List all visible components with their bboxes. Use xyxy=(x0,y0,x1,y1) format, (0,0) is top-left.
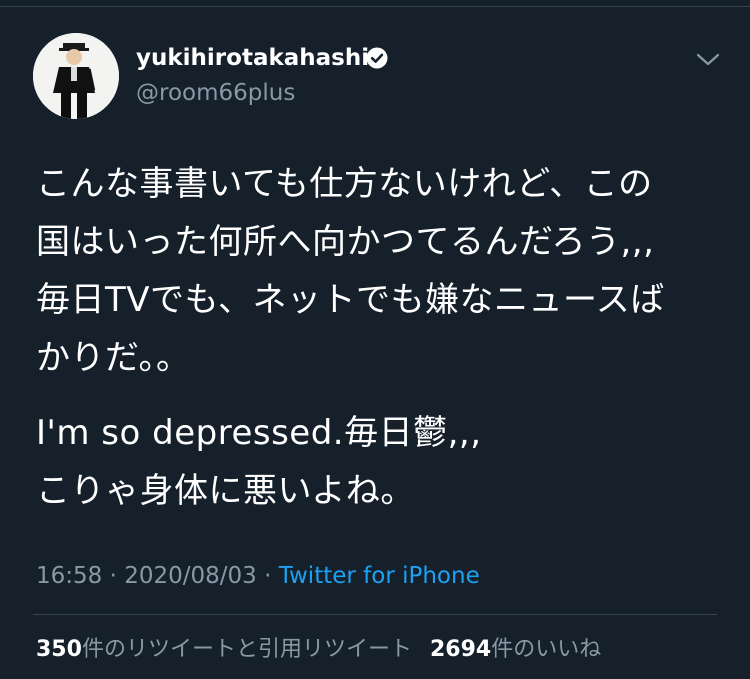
meta-separator: · xyxy=(264,563,272,589)
tweet-date[interactable]: 2020/08/03 xyxy=(124,563,257,589)
retweets-label: 件のリツイートと引用リツイート xyxy=(81,637,412,662)
tweet-line: かりだ。。 xyxy=(36,338,191,378)
likes-label: 件のいいね xyxy=(491,637,602,662)
tweet-line: こんな事書いても仕方ないけれど、この xyxy=(36,164,653,204)
source-link[interactable]: Twitter for iPhone xyxy=(279,563,480,589)
likes-stat[interactable]: 2694件のいいね xyxy=(430,637,601,662)
tweet-line: I'm so depressed.毎日鬱,,, xyxy=(36,413,482,453)
meta-separator: · xyxy=(109,563,117,589)
retweets-stat[interactable]: 350件のリツイートと引用リツイート xyxy=(36,637,412,662)
display-name[interactable]: yukihirotakahashi xyxy=(136,43,369,73)
chevron-down-icon[interactable] xyxy=(694,48,722,72)
tweet-line: 国はいった何所へ向かつてるんだろう,,, xyxy=(36,222,655,262)
user-handle[interactable]: @room66plus xyxy=(136,78,295,108)
avatar-image xyxy=(33,33,119,119)
tweet-stats: 350件のリツイートと引用リツイート 2694件のいいね xyxy=(36,634,601,666)
tweet-line: こりゃ身体に悪いよね。 xyxy=(36,471,415,511)
likes-count: 2694 xyxy=(429,637,492,662)
retweets-count: 350 xyxy=(36,637,82,662)
tweet-time[interactable]: 16:58 xyxy=(36,563,102,589)
stats-divider xyxy=(33,614,717,615)
top-divider xyxy=(0,6,750,7)
tweet-metadata: 16:58 · 2020/08/03 · Twitter for iPhone xyxy=(36,560,480,592)
tweet-line: 毎日TVでも、ネットでも嫌なニュースば xyxy=(36,280,665,320)
avatar[interactable] xyxy=(33,33,119,119)
verified-badge-icon xyxy=(366,47,388,69)
